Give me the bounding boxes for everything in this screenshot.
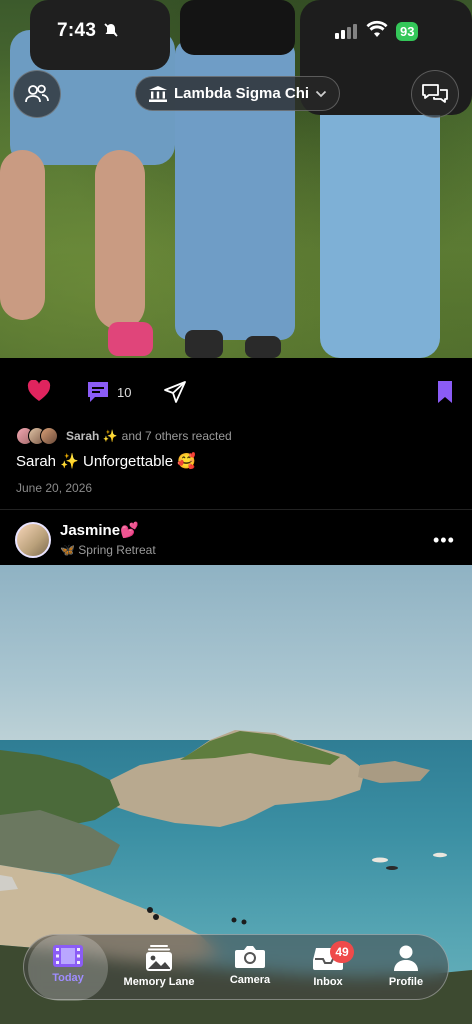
post-photo-group[interactable]: 7:43 93 Lambda Sigma Chi	[0, 0, 472, 358]
group-selector[interactable]: Lambda Sigma Chi	[135, 76, 341, 111]
comment-icon[interactable]	[86, 380, 110, 409]
pink-shoe	[108, 322, 153, 356]
person-left-leg	[0, 150, 45, 320]
status-time: 7:43	[57, 20, 97, 41]
status-bar: 7:43 93	[0, 0, 472, 62]
person-middle-shoe2	[245, 336, 281, 358]
tab-camera[interactable]: Camera	[212, 935, 288, 1001]
silent-bell-icon	[103, 22, 119, 42]
tab-label: Inbox	[313, 976, 343, 988]
post-caption: Sarah ✨ Unforgettable 🥰	[16, 453, 196, 470]
signal-icon	[335, 24, 357, 39]
tab-today[interactable]: Today	[28, 935, 108, 1001]
group-name: Lambda Sigma Chi	[174, 85, 310, 102]
film-icon	[53, 945, 83, 967]
photos-icon	[146, 945, 172, 971]
bookmark-icon[interactable]	[437, 380, 453, 409]
reactor-name: Sarah ✨	[66, 429, 118, 443]
person-middle-shoe	[185, 330, 223, 358]
people-icon	[25, 84, 49, 103]
building-columns-icon	[149, 85, 167, 102]
person-left-leg2	[95, 150, 145, 330]
chat-bubbles-icon	[422, 84, 448, 103]
tab-label: Today	[52, 972, 84, 984]
chevron-down-icon	[315, 90, 327, 97]
bottom-tab-bar: Today Memory Lane Camera 49 Inbox Profil…	[23, 934, 449, 1001]
wifi-icon	[366, 20, 388, 37]
camera-icon	[235, 946, 265, 968]
avatar	[40, 427, 58, 445]
share-send-icon[interactable]	[163, 380, 187, 409]
avatar[interactable]	[15, 522, 51, 558]
inbox-badge: 49	[330, 941, 354, 963]
battery-indicator: 93	[396, 22, 419, 41]
person-right-jeans	[320, 80, 440, 358]
tab-profile[interactable]: Profile	[368, 935, 444, 1001]
tab-inbox[interactable]: 49 Inbox	[290, 935, 366, 1001]
post-event-label[interactable]: 🦋 Spring Retreat	[60, 543, 156, 557]
messages-button[interactable]	[411, 70, 459, 118]
divider	[0, 509, 472, 510]
reactor-rest: and 7 others reacted	[121, 429, 232, 443]
tab-memory-lane[interactable]: Memory Lane	[114, 935, 204, 1001]
post-actions: 10	[0, 358, 472, 426]
friends-button[interactable]	[13, 70, 61, 118]
comment-count: 10	[117, 385, 132, 400]
tab-label: Memory Lane	[123, 976, 195, 988]
tab-label: Camera	[229, 974, 271, 986]
author-name[interactable]: Jasmine💕	[60, 521, 139, 539]
person-icon	[394, 945, 418, 971]
more-options-icon[interactable]: •••	[433, 530, 455, 551]
like-heart-icon[interactable]	[27, 379, 51, 408]
reactor-avatars	[16, 427, 58, 445]
post-date: June 20, 2026	[16, 481, 93, 495]
reactions-summary[interactable]: Sarah ✨ and 7 others reacted	[16, 426, 232, 446]
tab-label: Profile	[388, 976, 424, 988]
